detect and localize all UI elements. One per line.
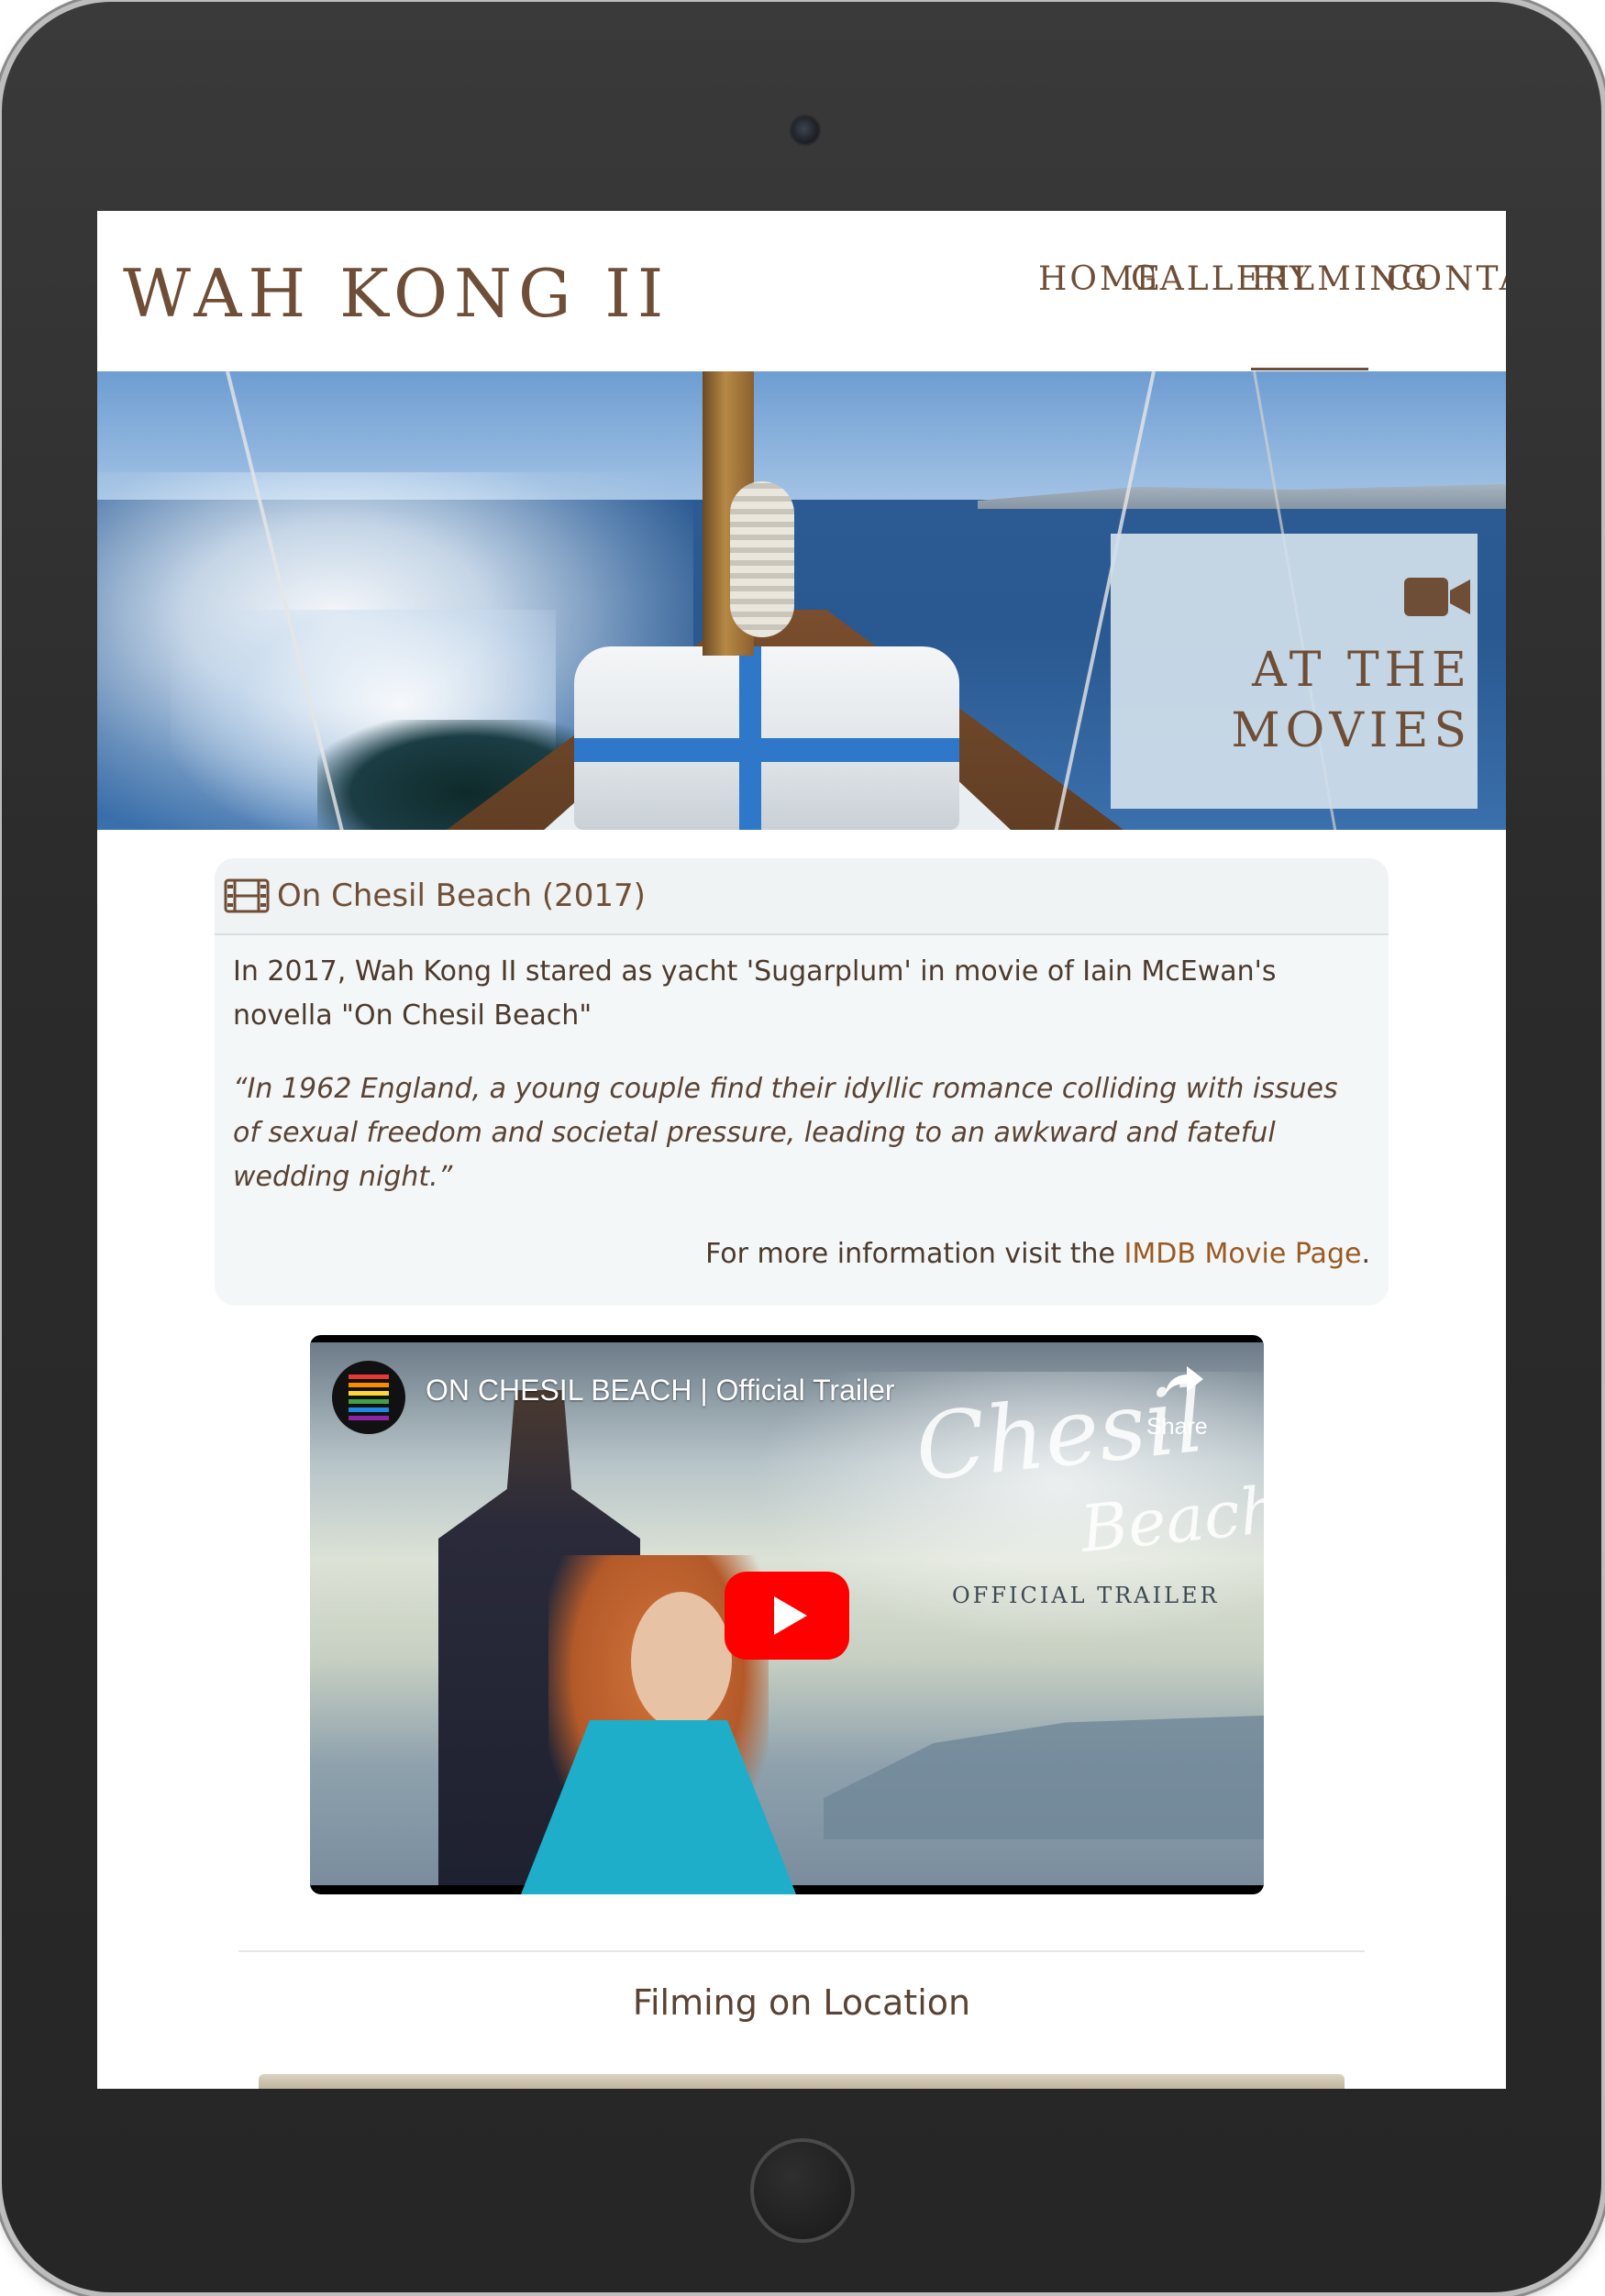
- nav-filming[interactable]: FILMING: [1251, 260, 1427, 370]
- hero-caption: AT THE MOVIES: [1124, 640, 1472, 761]
- hero-liferaft-band: [574, 738, 959, 762]
- section-divider: [238, 1950, 1365, 1952]
- film-card-title: On Chesil Beach (2017): [277, 878, 646, 914]
- hero-banner: AT THE MOVIES: [97, 371, 1506, 830]
- video-thumbnail-woman-face: [631, 1592, 732, 1729]
- film-card: On Chesil Beach (2017) In 2017, Wah Kong…: [215, 858, 1389, 1306]
- nav-home[interactable]: HOME: [1038, 260, 1160, 370]
- nav-gallery[interactable]: GALLERY: [1131, 260, 1312, 370]
- more-info-suffix: .: [1361, 1238, 1370, 1270]
- tablet-frame: WAH KONG II HOME GALLERY FILMING CONTACT: [2, 2, 1601, 2292]
- share-icon[interactable]: [1163, 1363, 1205, 1399]
- hero-rope: [730, 481, 794, 637]
- section-title: Filming on Location: [632, 1982, 971, 2023]
- front-camera: [791, 116, 819, 144]
- film-card-more-info: For more information visit the IMDB Movi…: [705, 1238, 1370, 1270]
- imdb-link[interactable]: IMDB Movie Page: [1124, 1238, 1362, 1270]
- share-label[interactable]: Share: [1146, 1414, 1208, 1441]
- site-title[interactable]: WAH KONG II: [123, 255, 670, 332]
- film-icon: [224, 878, 270, 913]
- browser-viewport: WAH KONG II HOME GALLERY FILMING CONTACT: [97, 211, 1506, 2089]
- hero-caption-box: AT THE MOVIES: [1111, 534, 1478, 809]
- location-photo: [259, 2074, 1345, 2089]
- play-button[interactable]: [725, 1572, 849, 1660]
- more-info-text: For more information visit the: [705, 1238, 1124, 1270]
- video-camera-icon: [1404, 578, 1470, 616]
- youtube-embed[interactable]: Chesil Beach OFFICIAL TRAILER ON CHESIL …: [310, 1335, 1264, 1894]
- film-card-header: On Chesil Beach (2017): [215, 858, 1389, 935]
- hero-caption-line: MOVIES: [1231, 703, 1472, 758]
- nav-contact[interactable]: CONTACT: [1387, 260, 1506, 370]
- play-icon: [774, 1596, 807, 1635]
- poster-subtitle: OFFICIAL TRAILER: [952, 1583, 1220, 1608]
- film-card-intro: In 2017, Wah Kong II stared as yacht 'Su…: [233, 955, 1277, 1032]
- film-card-quote: “In 1962 England, a young couple find th…: [233, 1073, 1338, 1193]
- home-button[interactable]: [750, 2138, 855, 2243]
- hero-liferaft-band: [739, 646, 761, 830]
- hero-caption-line: AT THE: [1252, 643, 1472, 698]
- channel-avatar[interactable]: [332, 1361, 405, 1434]
- video-title[interactable]: ON CHESIL BEACH | Official Trailer: [426, 1374, 895, 1407]
- film-card-body: In 2017, Wah Kong II stared as yacht 'Su…: [215, 935, 1389, 1306]
